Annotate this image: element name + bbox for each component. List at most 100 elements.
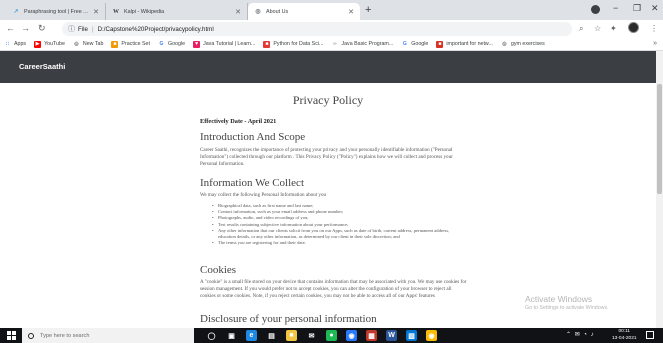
bookmark-label: Google xyxy=(167,41,186,47)
bookmark-label: Java Basic Program... xyxy=(341,41,394,47)
watermark-title: Activate Windows xyxy=(525,294,593,304)
bookmark-item[interactable]: ◎ gym exercises xyxy=(501,41,545,48)
intro-paragraph: Career Saathi, recognizes the importance… xyxy=(200,147,453,168)
effective-date: Effectively Date - April 2021 xyxy=(200,118,277,125)
minimize-window-button[interactable]: − xyxy=(613,3,618,13)
globe-icon: ◎ xyxy=(502,41,507,47)
bookmark-item[interactable]: ▼ Java Tutorial | Learn... xyxy=(193,40,256,48)
new-tab-button[interactable]: + xyxy=(365,4,371,16)
watermark-subtitle: Go to Settings to activate Windows. xyxy=(525,305,609,311)
search-icon xyxy=(28,332,34,339)
google-icon: G xyxy=(402,41,407,47)
clock-date: 13-04-2021 xyxy=(612,335,637,341)
browser-icon[interactable]: ◉ xyxy=(346,330,357,341)
cookies-paragraph: A "cookie" is a small file stored on you… xyxy=(200,279,467,300)
bookmark-label: gym exercises xyxy=(510,41,545,47)
activate-windows-watermark: Activate Windows Go to Settings to activ… xyxy=(525,294,609,311)
forward-arrow-icon[interactable]: → xyxy=(21,23,30,33)
bookmark-item[interactable]: ■ Python for Data Sci... xyxy=(263,40,324,48)
reload-icon[interactable]: ↻ xyxy=(38,23,46,34)
user-avatar[interactable] xyxy=(628,22,639,33)
bookmark-label: Apps xyxy=(14,41,27,47)
intro-heading: Introduction And Scope xyxy=(200,131,306,143)
cortana-icon[interactable]: ◯ xyxy=(206,330,217,341)
google-icon: G xyxy=(159,41,164,47)
bookmark-label: YouTube xyxy=(44,41,65,47)
back-arrow-icon[interactable]: ← xyxy=(6,23,15,33)
browser-tab-strip: ↗ Paraphrasing tool | Free Article S ✕ W… xyxy=(0,0,663,20)
bookmark-label: Python for Data Sci... xyxy=(273,41,324,47)
spotify-icon[interactable]: ● xyxy=(326,330,337,341)
edge-icon[interactable]: e xyxy=(246,330,257,341)
cookies-heading: Cookies xyxy=(200,264,237,276)
kebab-menu-icon[interactable]: ⋮ xyxy=(650,24,658,33)
bookmark-label: important for netw... xyxy=(446,41,493,47)
address-url: D:/Capstone%20Project/privacypolicy.html xyxy=(97,25,214,33)
taskbar-clock[interactable]: 00:11 13-04-2021 xyxy=(612,329,637,342)
windows-taskbar: Type here to search ◯ ▣ e ▤ ■ ✉ ● ◉ ▦ W ▧ ◉ ⌃ ✉ ◔ ♪… xyxy=(0,328,663,343)
chrome-icon[interactable]: ◉ xyxy=(426,330,437,341)
youtube-icon: ▶ xyxy=(34,40,42,48)
globe-favicon-icon: ◎ xyxy=(255,9,261,15)
collect-lead: We may collect the following Personal In… xyxy=(200,192,327,198)
tab-label: About Us xyxy=(266,8,289,15)
more-bookmarks-icon[interactable]: » xyxy=(653,40,657,47)
tab-label: Paraphrasing tool | Free Article S xyxy=(24,8,89,15)
close-tab-icon[interactable]: ✕ xyxy=(93,8,99,16)
bookmark-star-icon[interactable]: ☆ xyxy=(594,24,601,33)
tab-about-us[interactable]: ◎ About Us ✕ xyxy=(248,3,360,20)
page-content: Privacy Policy Effectively Date - April … xyxy=(0,83,656,328)
collect-list-item: The terms you are registering for and th… xyxy=(212,240,464,246)
tab-paraphrasing-tool[interactable]: ↗ Paraphrasing tool | Free Article S ✕ xyxy=(6,3,106,20)
app-icon[interactable]: ▦ xyxy=(366,330,377,341)
close-tab-icon[interactable]: ✕ xyxy=(348,8,354,16)
taskbar-search-box[interactable]: Type here to search xyxy=(22,328,194,343)
site-brand-link[interactable]: CareerSaathi xyxy=(19,62,65,71)
close-window-button[interactable]: ✕ xyxy=(651,3,659,14)
extensions-puzzle-icon[interactable]: ✦ xyxy=(610,24,617,33)
globe-icon: ◎ xyxy=(74,41,79,47)
file-explorer-icon[interactable]: ■ xyxy=(286,330,297,341)
python-icon: ■ xyxy=(263,40,271,48)
bookmark-item[interactable]: ◎ New Tab xyxy=(73,41,104,48)
photos-icon[interactable]: ▧ xyxy=(406,330,417,341)
bookmark-label: Java Tutorial | Learn... xyxy=(203,41,256,47)
bookmark-item[interactable]: ∞ Java Basic Program... xyxy=(331,41,393,48)
word-icon[interactable]: W xyxy=(386,330,397,341)
bookmark-item[interactable]: G Google xyxy=(158,41,186,48)
apps-icon: ∷ xyxy=(5,41,10,47)
bookmark-item[interactable]: ∷ Apps xyxy=(4,41,26,48)
mail-icon[interactable]: ✉ xyxy=(306,330,317,341)
bookmark-icon: ■ xyxy=(436,40,444,48)
store-icon[interactable]: ▤ xyxy=(266,330,277,341)
bookmark-item[interactable]: ▶ YouTube xyxy=(34,40,65,48)
collect-list-item: Any other information that our clients s… xyxy=(212,228,464,240)
browser-toolbar: ← → ↻ ⓘ File | D:/Capstone%20Project/pri… xyxy=(0,20,663,38)
zoom-search-icon[interactable]: ⌕ xyxy=(579,24,583,34)
bookmark-item[interactable]: G Google xyxy=(401,41,429,48)
restore-window-button[interactable]: ❐ xyxy=(633,3,641,14)
collect-heading: Information We Collect xyxy=(200,177,304,189)
wikipedia-favicon-icon: W xyxy=(113,8,119,15)
bookmarks-bar: ∷ Apps ▶ YouTube ◎ New Tab ■ Practice Set G Googl… xyxy=(0,38,663,51)
info-icon[interactable]: ⓘ xyxy=(68,24,75,34)
paraphrase-favicon-icon: ↗ xyxy=(13,9,19,15)
tab-kalpi-wikipedia[interactable]: W Kalpi - Wikipedia ✕ xyxy=(106,3,248,20)
profile-menu-icon[interactable] xyxy=(591,5,600,14)
bookmark-item[interactable]: ■ important for netw... xyxy=(436,40,493,48)
bookmark-label: Google xyxy=(411,41,429,47)
windows-start-icon[interactable] xyxy=(7,331,16,340)
site-navbar: CareerSaathi xyxy=(0,51,663,83)
scrollbar-thumb[interactable] xyxy=(657,84,662,194)
close-tab-icon[interactable]: ✕ xyxy=(235,8,241,16)
address-separator: | xyxy=(91,25,94,33)
disclosure-heading: Disclosure of your personal information xyxy=(200,313,377,325)
system-tray-icons[interactable]: ⌃ ✉ ◔ ♪ xyxy=(566,331,595,338)
bookmark-label: New Tab xyxy=(82,41,104,47)
task-view-icon[interactable]: ▣ xyxy=(226,330,237,341)
java-icon: ▼ xyxy=(193,40,201,48)
link-icon: ∞ xyxy=(333,41,337,47)
notification-center-icon[interactable] xyxy=(646,331,654,339)
address-bar[interactable]: ⓘ File | D:/Capstone%20Project/privacypo… xyxy=(62,22,572,36)
bookmark-item[interactable]: ■ Practice Set xyxy=(111,40,150,48)
